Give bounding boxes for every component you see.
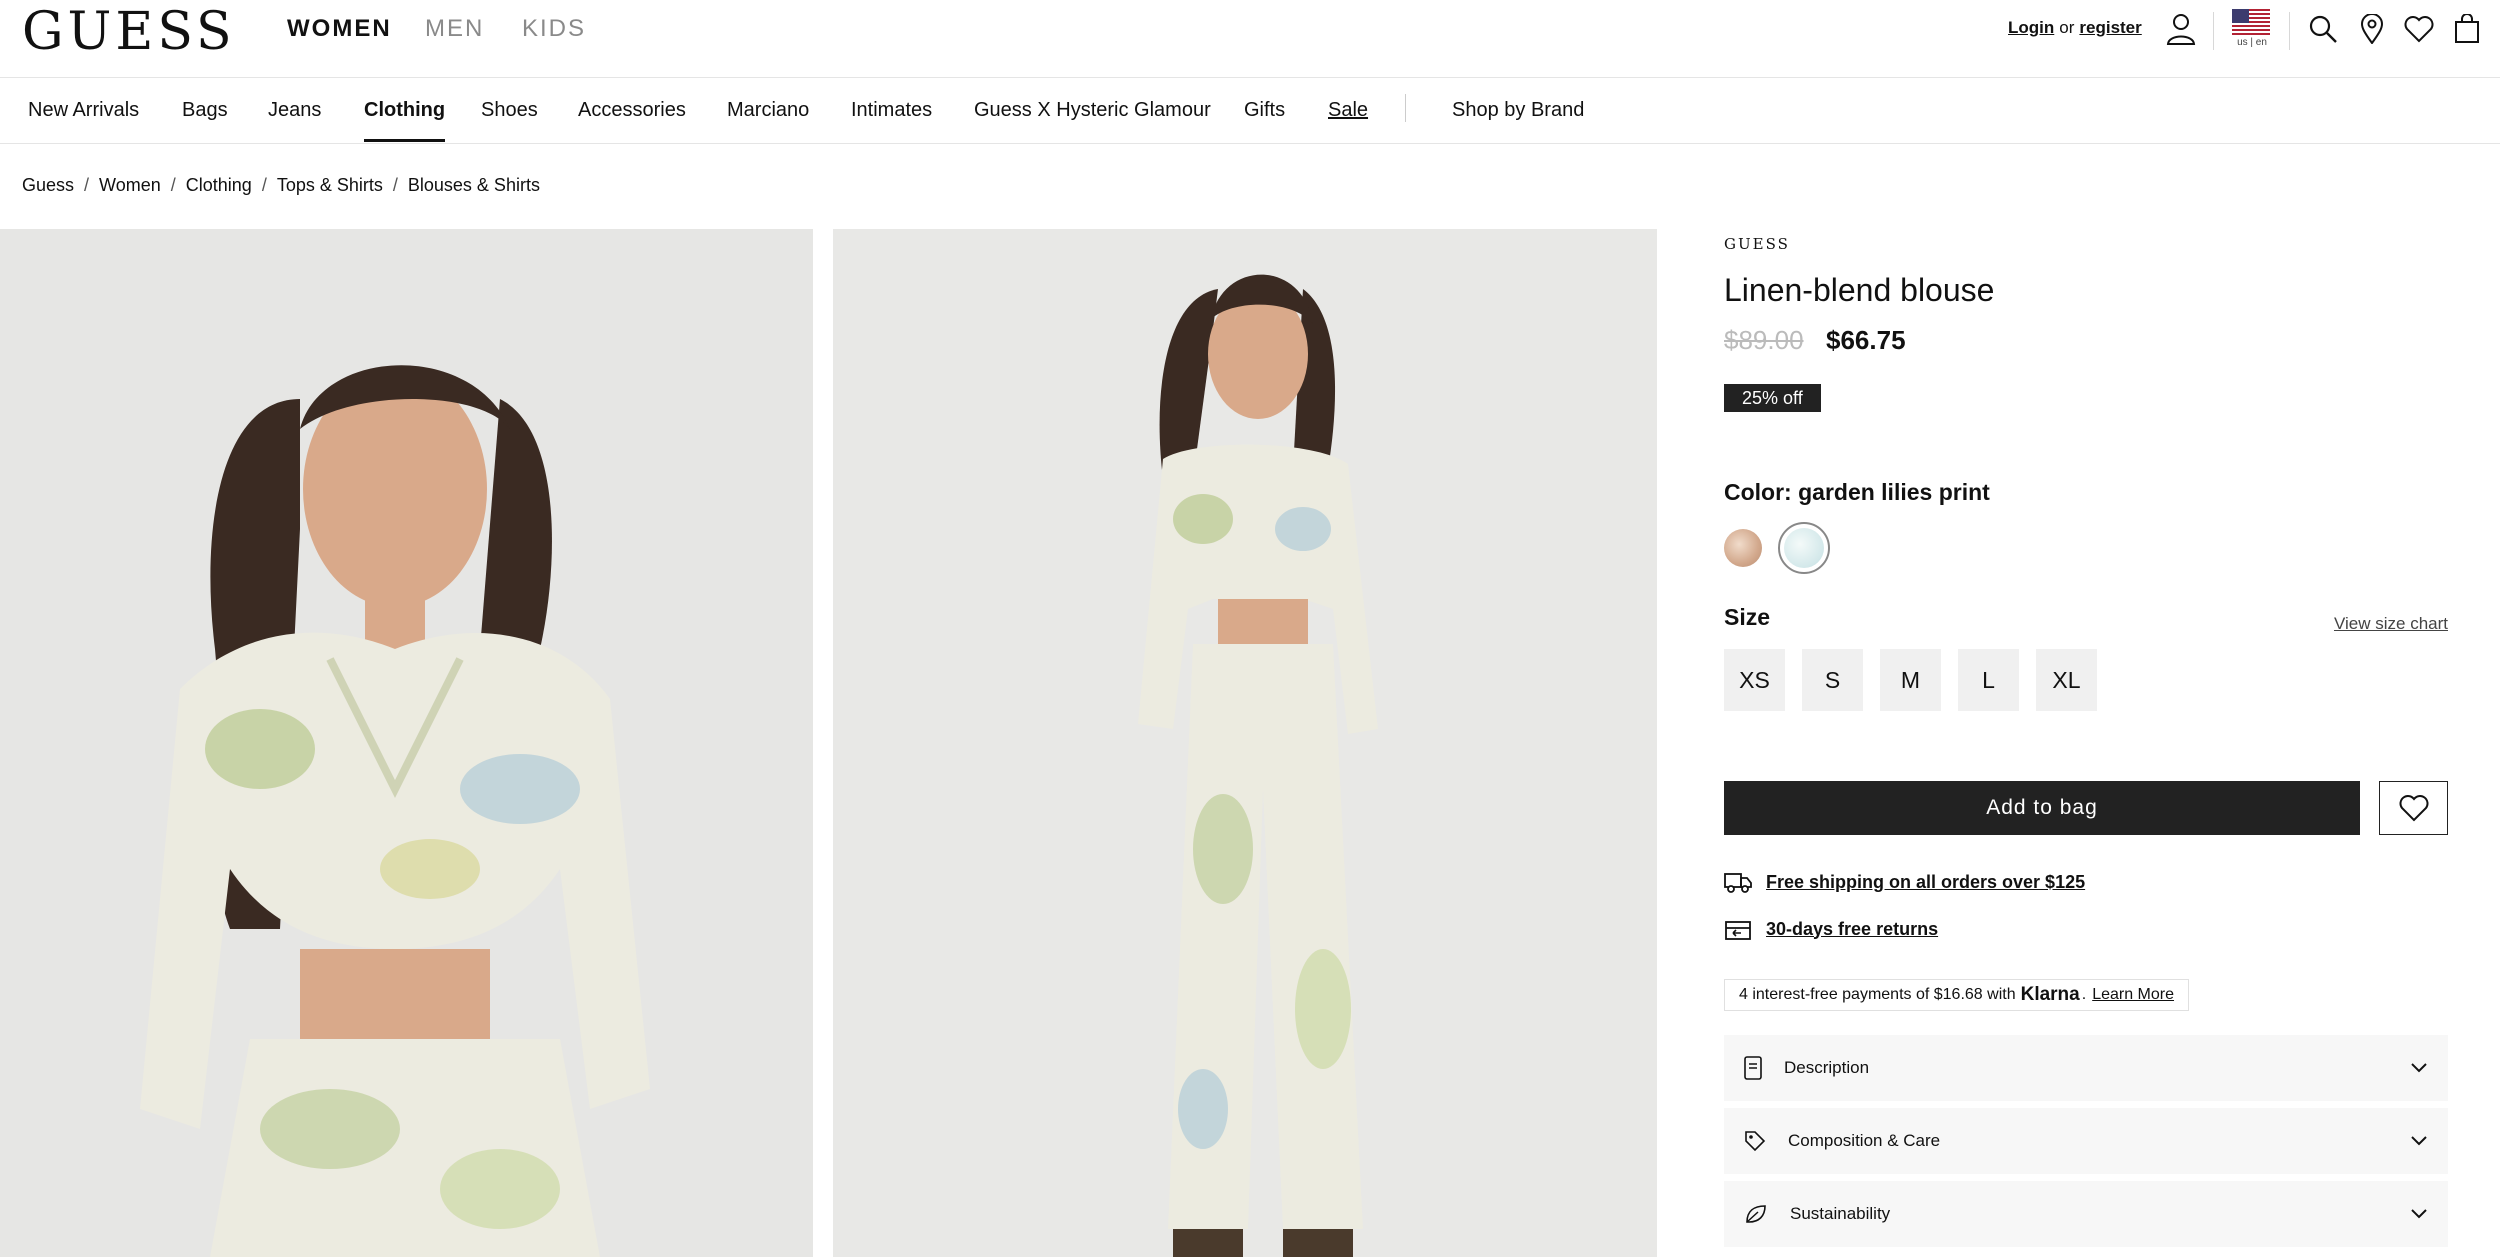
size-option-xs[interactable]: XS (1724, 649, 1785, 711)
return-box-icon (1725, 921, 1751, 940)
color-swatch-1[interactable] (1724, 529, 1762, 567)
accordion-sustainability[interactable]: Sustainability (1724, 1181, 2448, 1247)
returns-perk: 30-days free returns (1724, 917, 1938, 941)
breadcrumb-separator: / (261, 175, 267, 195)
truck-icon (1724, 873, 1752, 893)
klarna-period: . (2081, 986, 2087, 1003)
original-price: $89.00 (1724, 325, 1804, 355)
product-image-front[interactable] (0, 229, 813, 1257)
klarna-banner: 4 interest-free payments of $16.68 with … (1724, 979, 2190, 1011)
dept-men[interactable]: MEN (425, 14, 484, 44)
top-header: GUESS WOMEN MEN KIDS Login or register us … (0, 0, 2500, 78)
header-divider (2289, 12, 2290, 50)
or-text: or (2059, 18, 2075, 37)
category-nav: New Arrivals Bags Jeans Clothing Shoes A… (0, 78, 2500, 144)
document-icon (1744, 1056, 1762, 1080)
header-divider (2213, 12, 2214, 50)
login-link[interactable]: Login (2008, 18, 2054, 37)
nav-gifts[interactable]: Gifts (1244, 98, 1285, 142)
breadcrumb-separator: / (170, 175, 176, 195)
breadcrumb-blouses-shirts[interactable]: Blouses & Shirts (408, 174, 540, 196)
nav-clothing[interactable]: Clothing (364, 98, 446, 142)
size-label: Size (1724, 604, 1771, 630)
nav-jeans[interactable]: Jeans (268, 98, 321, 142)
guess-logo[interactable]: GUESS (22, 4, 236, 60)
color-swatch-fill (1784, 528, 1824, 568)
accordion-description[interactable]: Description (1724, 1035, 2448, 1101)
us-flag-icon (2232, 9, 2270, 35)
nav-shop-by-brand[interactable]: Shop by Brand (1452, 98, 1584, 142)
color-label: Color: garden lilies print (1724, 479, 1990, 505)
nav-shoes[interactable]: Shoes (481, 98, 538, 142)
product-brand[interactable]: GUESS (1724, 235, 1790, 253)
nav-marciano[interactable]: Marciano (727, 98, 809, 142)
chevron-down-icon (2411, 1136, 2427, 1146)
sale-price: $66.75 (1826, 325, 1906, 355)
klarna-logo: Klarna (2020, 984, 2080, 1005)
nav-new-arrivals[interactable]: New Arrivals (28, 98, 139, 142)
nav-accessories[interactable]: Accessories (578, 98, 686, 142)
register-link[interactable]: register (2079, 18, 2141, 37)
size-option-m[interactable]: M (1880, 649, 1941, 711)
add-to-wishlist-button[interactable] (2379, 781, 2448, 835)
breadcrumb-separator: / (84, 175, 90, 195)
nav-intimates[interactable]: Intimates (851, 98, 932, 142)
auth-links: Login or register (2008, 17, 2142, 39)
account-icon[interactable] (2164, 12, 2198, 46)
locale-selector[interactable]: us | en (2232, 9, 2272, 51)
breadcrumb-clothing[interactable]: Clothing (186, 174, 252, 196)
store-locator-icon[interactable] (2355, 12, 2389, 46)
leaf-icon (1746, 1205, 1766, 1223)
breadcrumb: Guess / Women / Clothing / Tops & Shirts / B… (22, 174, 540, 196)
accordion-composition-care-label: Composition & Care (1788, 1131, 1941, 1150)
breadcrumb-separator: / (392, 175, 398, 195)
search-icon[interactable] (2306, 12, 2340, 46)
nav-guess-x-hysteric-glamour[interactable]: Guess X Hysteric Glamour (974, 98, 1211, 142)
chevron-down-icon (2411, 1209, 2427, 1219)
dept-women[interactable]: WOMEN (287, 14, 392, 44)
size-chart-link[interactable]: View size chart (2334, 614, 2448, 634)
size-options: XS S M L XL (1724, 649, 2097, 711)
size-option-l[interactable]: L (1958, 649, 2019, 711)
breadcrumb-women[interactable]: Women (99, 174, 161, 196)
tag-icon (1745, 1131, 1766, 1152)
dept-kids[interactable]: KIDS (522, 14, 586, 44)
color-swatch-selected[interactable] (1778, 522, 1830, 574)
size-option-xl[interactable]: XL (2036, 649, 2097, 711)
product-image-full-length[interactable] (833, 229, 1657, 1257)
bag-icon[interactable] (2450, 12, 2484, 46)
size-option-s[interactable]: S (1802, 649, 1863, 711)
shipping-perk: Free shipping on all orders over $125 (1724, 870, 2085, 894)
heart-icon (2399, 795, 2428, 822)
accordion-composition-care[interactable]: Composition & Care (1724, 1108, 2448, 1174)
nav-divider (1405, 94, 1406, 122)
klarna-text: 4 interest-free payments of $16.68 with (1739, 986, 2016, 1003)
nav-sale[interactable]: Sale (1328, 98, 1368, 142)
nav-bags[interactable]: Bags (182, 98, 228, 142)
accordion-sustainability-label: Sustainability (1790, 1204, 1891, 1223)
klarna-learn-more-link[interactable]: Learn More (2092, 986, 2174, 1004)
breadcrumb-guess[interactable]: Guess (22, 174, 74, 196)
add-to-bag-button[interactable]: Add to bag (1724, 781, 2360, 835)
shipping-link[interactable]: Free shipping on all orders over $125 (1766, 872, 2085, 893)
wishlist-icon[interactable] (2402, 12, 2436, 46)
accordion-description-label: Description (1784, 1058, 1870, 1077)
breadcrumb-tops-shirts[interactable]: Tops & Shirts (277, 174, 383, 196)
chevron-down-icon (2411, 1063, 2427, 1073)
product-title: Linen-blend blouse (1724, 272, 1995, 308)
returns-link[interactable]: 30-days free returns (1766, 919, 1938, 940)
locale-text: us | en (2237, 37, 2267, 48)
discount-badge: 25% off (1724, 384, 1821, 412)
